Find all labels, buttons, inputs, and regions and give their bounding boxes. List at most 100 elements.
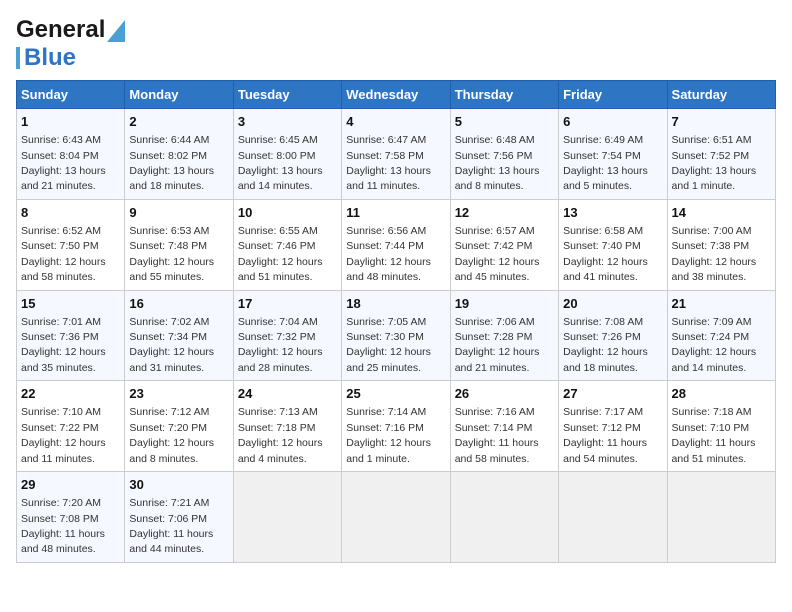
calendar-cell: 28 Sunrise: 7:18 AMSunset: 7:10 PMDaylig… <box>667 381 775 472</box>
logo-bar <box>16 47 20 69</box>
day-info: Sunrise: 7:02 AMSunset: 7:34 PMDaylight:… <box>129 316 214 374</box>
calendar-cell: 24 Sunrise: 7:13 AMSunset: 7:18 PMDaylig… <box>233 381 341 472</box>
day-number: 18 <box>346 295 445 313</box>
calendar-cell: 14 Sunrise: 7:00 AMSunset: 7:38 PMDaylig… <box>667 199 775 290</box>
day-number: 10 <box>238 204 337 222</box>
calendar-cell: 29 Sunrise: 7:20 AMSunset: 7:08 PMDaylig… <box>17 472 125 563</box>
calendar-week-1: 1 Sunrise: 6:43 AMSunset: 8:04 PMDayligh… <box>17 109 776 200</box>
day-number: 3 <box>238 113 337 131</box>
day-info: Sunrise: 6:45 AMSunset: 8:00 PMDaylight:… <box>238 134 323 192</box>
calendar-cell: 20 Sunrise: 7:08 AMSunset: 7:26 PMDaylig… <box>559 290 667 381</box>
day-number: 9 <box>129 204 228 222</box>
day-info: Sunrise: 7:20 AMSunset: 7:08 PMDaylight:… <box>21 497 105 555</box>
day-number: 14 <box>672 204 771 222</box>
day-number: 6 <box>563 113 662 131</box>
day-info: Sunrise: 7:01 AMSunset: 7:36 PMDaylight:… <box>21 316 106 374</box>
day-number: 13 <box>563 204 662 222</box>
day-number: 15 <box>21 295 120 313</box>
day-header-monday: Monday <box>125 81 233 109</box>
day-number: 8 <box>21 204 120 222</box>
calendar-cell: 17 Sunrise: 7:04 AMSunset: 7:32 PMDaylig… <box>233 290 341 381</box>
day-number: 12 <box>455 204 554 222</box>
day-info: Sunrise: 6:43 AMSunset: 8:04 PMDaylight:… <box>21 134 106 192</box>
calendar-cell: 26 Sunrise: 7:16 AMSunset: 7:14 PMDaylig… <box>450 381 558 472</box>
calendar-cell: 8 Sunrise: 6:52 AMSunset: 7:50 PMDayligh… <box>17 199 125 290</box>
logo-blue: Blue <box>24 44 76 72</box>
day-info: Sunrise: 7:18 AMSunset: 7:10 PMDaylight:… <box>672 406 756 464</box>
calendar-cell: 25 Sunrise: 7:14 AMSunset: 7:16 PMDaylig… <box>342 381 450 472</box>
day-number: 27 <box>563 385 662 403</box>
day-number: 1 <box>21 113 120 131</box>
calendar-week-2: 8 Sunrise: 6:52 AMSunset: 7:50 PMDayligh… <box>17 199 776 290</box>
day-number: 28 <box>672 385 771 403</box>
day-info: Sunrise: 7:17 AMSunset: 7:12 PMDaylight:… <box>563 406 647 464</box>
logo-arrow-icon <box>107 20 125 42</box>
day-info: Sunrise: 6:53 AMSunset: 7:48 PMDaylight:… <box>129 225 214 283</box>
day-info: Sunrise: 7:16 AMSunset: 7:14 PMDaylight:… <box>455 406 539 464</box>
day-info: Sunrise: 6:57 AMSunset: 7:42 PMDaylight:… <box>455 225 540 283</box>
day-header-friday: Friday <box>559 81 667 109</box>
day-number: 16 <box>129 295 228 313</box>
day-info: Sunrise: 7:00 AMSunset: 7:38 PMDaylight:… <box>672 225 757 283</box>
page-header: General Blue <box>16 16 776 72</box>
calendar-cell: 27 Sunrise: 7:17 AMSunset: 7:12 PMDaylig… <box>559 381 667 472</box>
calendar-cell: 5 Sunrise: 6:48 AMSunset: 7:56 PMDayligh… <box>450 109 558 200</box>
logo: General Blue <box>16 16 125 72</box>
calendar-cell: 6 Sunrise: 6:49 AMSunset: 7:54 PMDayligh… <box>559 109 667 200</box>
calendar-cell: 30 Sunrise: 7:21 AMSunset: 7:06 PMDaylig… <box>125 472 233 563</box>
day-number: 11 <box>346 204 445 222</box>
calendar-cell <box>233 472 341 563</box>
day-info: Sunrise: 6:56 AMSunset: 7:44 PMDaylight:… <box>346 225 431 283</box>
calendar-cell: 18 Sunrise: 7:05 AMSunset: 7:30 PMDaylig… <box>342 290 450 381</box>
day-info: Sunrise: 7:10 AMSunset: 7:22 PMDaylight:… <box>21 406 106 464</box>
calendar-cell: 21 Sunrise: 7:09 AMSunset: 7:24 PMDaylig… <box>667 290 775 381</box>
day-info: Sunrise: 7:13 AMSunset: 7:18 PMDaylight:… <box>238 406 323 464</box>
day-info: Sunrise: 6:58 AMSunset: 7:40 PMDaylight:… <box>563 225 648 283</box>
day-header-tuesday: Tuesday <box>233 81 341 109</box>
calendar-cell: 10 Sunrise: 6:55 AMSunset: 7:46 PMDaylig… <box>233 199 341 290</box>
calendar-cell: 13 Sunrise: 6:58 AMSunset: 7:40 PMDaylig… <box>559 199 667 290</box>
calendar-cell: 4 Sunrise: 6:47 AMSunset: 7:58 PMDayligh… <box>342 109 450 200</box>
day-info: Sunrise: 6:44 AMSunset: 8:02 PMDaylight:… <box>129 134 214 192</box>
day-info: Sunrise: 7:09 AMSunset: 7:24 PMDaylight:… <box>672 316 757 374</box>
day-info: Sunrise: 7:12 AMSunset: 7:20 PMDaylight:… <box>129 406 214 464</box>
day-info: Sunrise: 6:47 AMSunset: 7:58 PMDaylight:… <box>346 134 431 192</box>
day-info: Sunrise: 7:06 AMSunset: 7:28 PMDaylight:… <box>455 316 540 374</box>
calendar-cell <box>667 472 775 563</box>
calendar-cell <box>559 472 667 563</box>
day-info: Sunrise: 6:48 AMSunset: 7:56 PMDaylight:… <box>455 134 540 192</box>
calendar-cell: 9 Sunrise: 6:53 AMSunset: 7:48 PMDayligh… <box>125 199 233 290</box>
day-info: Sunrise: 7:05 AMSunset: 7:30 PMDaylight:… <box>346 316 431 374</box>
day-number: 5 <box>455 113 554 131</box>
day-info: Sunrise: 7:21 AMSunset: 7:06 PMDaylight:… <box>129 497 213 555</box>
day-number: 22 <box>21 385 120 403</box>
day-number: 19 <box>455 295 554 313</box>
calendar-cell: 12 Sunrise: 6:57 AMSunset: 7:42 PMDaylig… <box>450 199 558 290</box>
day-header-sunday: Sunday <box>17 81 125 109</box>
calendar-cell: 2 Sunrise: 6:44 AMSunset: 8:02 PMDayligh… <box>125 109 233 200</box>
day-number: 4 <box>346 113 445 131</box>
calendar-cell: 16 Sunrise: 7:02 AMSunset: 7:34 PMDaylig… <box>125 290 233 381</box>
calendar-cell: 22 Sunrise: 7:10 AMSunset: 7:22 PMDaylig… <box>17 381 125 472</box>
day-number: 29 <box>21 476 120 494</box>
day-info: Sunrise: 7:04 AMSunset: 7:32 PMDaylight:… <box>238 316 323 374</box>
day-info: Sunrise: 6:49 AMSunset: 7:54 PMDaylight:… <box>563 134 648 192</box>
day-header-wednesday: Wednesday <box>342 81 450 109</box>
day-number: 26 <box>455 385 554 403</box>
calendar-week-5: 29 Sunrise: 7:20 AMSunset: 7:08 PMDaylig… <box>17 472 776 563</box>
day-number: 7 <box>672 113 771 131</box>
calendar-cell: 3 Sunrise: 6:45 AMSunset: 8:00 PMDayligh… <box>233 109 341 200</box>
day-header-thursday: Thursday <box>450 81 558 109</box>
day-info: Sunrise: 7:14 AMSunset: 7:16 PMDaylight:… <box>346 406 431 464</box>
calendar-cell: 15 Sunrise: 7:01 AMSunset: 7:36 PMDaylig… <box>17 290 125 381</box>
calendar-cell: 19 Sunrise: 7:06 AMSunset: 7:28 PMDaylig… <box>450 290 558 381</box>
day-info: Sunrise: 6:55 AMSunset: 7:46 PMDaylight:… <box>238 225 323 283</box>
day-number: 24 <box>238 385 337 403</box>
day-number: 23 <box>129 385 228 403</box>
calendar-cell: 23 Sunrise: 7:12 AMSunset: 7:20 PMDaylig… <box>125 381 233 472</box>
day-info: Sunrise: 6:52 AMSunset: 7:50 PMDaylight:… <box>21 225 106 283</box>
logo-general: General <box>16 16 105 44</box>
calendar-cell <box>342 472 450 563</box>
day-info: Sunrise: 7:08 AMSunset: 7:26 PMDaylight:… <box>563 316 648 374</box>
day-number: 17 <box>238 295 337 313</box>
